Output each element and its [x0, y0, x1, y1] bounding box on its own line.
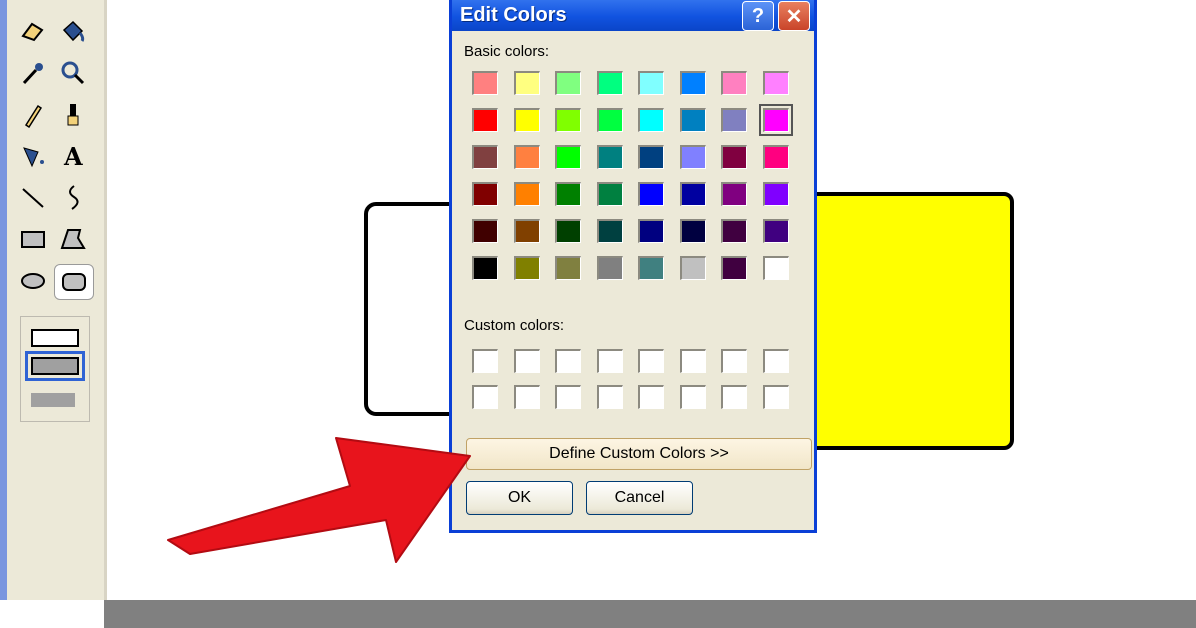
basic-color-swatch[interactable]: [679, 71, 706, 95]
basic-color-swatch[interactable]: [721, 145, 747, 169]
custom-color-swatch[interactable]: [596, 385, 623, 409]
rectangle-icon[interactable]: [14, 222, 52, 256]
basic-color-swatch[interactable]: [679, 145, 706, 169]
airbrush-icon[interactable]: [14, 138, 52, 172]
pencil-icon[interactable]: [14, 98, 52, 132]
red-arrow-annotation: [167, 437, 471, 563]
brush-icon[interactable]: [54, 98, 92, 132]
basic-color-swatch[interactable]: [762, 182, 789, 206]
basic-color-swatch[interactable]: [472, 108, 498, 132]
basic-color-swatch[interactable]: [513, 256, 540, 280]
basic-color-swatch[interactable]: [596, 219, 623, 243]
basic-color-swatch[interactable]: [721, 219, 747, 243]
basic-color-swatch[interactable]: [472, 145, 498, 169]
curve-icon[interactable]: [54, 180, 92, 214]
basic-color-swatch[interactable]: [721, 182, 747, 206]
custom-color-swatch[interactable]: [555, 385, 581, 409]
custom-color-swatch[interactable]: [472, 385, 498, 409]
basic-color-swatch[interactable]: [472, 71, 498, 95]
custom-color-swatch[interactable]: [679, 349, 706, 373]
help-button[interactable]: ?: [742, 1, 774, 31]
custom-color-swatch[interactable]: [638, 385, 664, 409]
basic-color-swatch[interactable]: [596, 256, 623, 280]
magnifier-icon[interactable]: [54, 56, 92, 90]
basic-color-swatch[interactable]: [513, 108, 540, 132]
basic-color-swatch[interactable]: [638, 145, 664, 169]
toolbox: A: [0, 0, 107, 600]
basic-color-swatch[interactable]: [513, 182, 540, 206]
ok-button[interactable]: OK: [466, 481, 573, 515]
eraser-icon[interactable]: [14, 14, 52, 48]
basic-color-swatch[interactable]: [513, 219, 540, 243]
basic-color-swatch[interactable]: [596, 145, 623, 169]
basic-color-swatch[interactable]: [758, 104, 793, 136]
basic-color-swatch[interactable]: [596, 108, 623, 132]
window-border: [0, 0, 7, 600]
canvas-bottom-area: [104, 600, 1196, 628]
basic-color-swatch[interactable]: [679, 108, 706, 132]
custom-color-swatch[interactable]: [513, 385, 540, 409]
basic-color-swatch[interactable]: [721, 256, 747, 280]
basic-color-swatch[interactable]: [721, 71, 747, 95]
ellipse-icon[interactable]: [14, 264, 52, 298]
dialog-title: Edit Colors: [460, 4, 567, 26]
basic-color-swatch[interactable]: [762, 145, 789, 169]
custom-color-swatch[interactable]: [555, 349, 581, 373]
basic-color-swatch[interactable]: [762, 71, 789, 95]
custom-color-swatch[interactable]: [762, 385, 789, 409]
basic-color-swatch[interactable]: [555, 71, 581, 95]
basic-color-swatch[interactable]: [596, 182, 623, 206]
basic-color-swatch[interactable]: [555, 182, 581, 206]
basic-color-swatch[interactable]: [721, 108, 747, 132]
basic-color-swatch[interactable]: [638, 108, 664, 132]
basic-color-swatch[interactable]: [555, 108, 581, 132]
custom-color-swatch[interactable]: [721, 385, 747, 409]
text-icon[interactable]: A: [54, 138, 92, 172]
edit-colors-dialog: Edit Colors ? ✕ Basic colors: Custom col…: [449, 0, 817, 533]
cancel-button[interactable]: Cancel: [586, 481, 693, 515]
close-button[interactable]: ✕: [778, 1, 810, 31]
eyedropper-icon[interactable]: [14, 56, 52, 90]
fill-option-outline[interactable]: [31, 329, 79, 347]
basic-color-swatch[interactable]: [638, 71, 664, 95]
custom-colors-label: Custom colors:: [464, 317, 565, 334]
basic-color-swatch[interactable]: [638, 256, 664, 280]
fill-option-outline-filled[interactable]: [25, 351, 85, 381]
custom-color-swatch[interactable]: [762, 349, 789, 373]
basic-color-swatch[interactable]: [679, 256, 706, 280]
basic-color-swatch[interactable]: [472, 256, 498, 280]
custom-color-swatch[interactable]: [513, 349, 540, 373]
svg-text:A: A: [63, 142, 83, 170]
define-custom-colors-button[interactable]: Define Custom Colors >>: [466, 438, 812, 470]
basic-color-swatch[interactable]: [638, 219, 664, 243]
custom-color-swatch[interactable]: [638, 349, 664, 373]
fill-option-filled[interactable]: [31, 393, 75, 407]
polygon-icon[interactable]: [54, 222, 92, 256]
basic-color-swatch[interactable]: [555, 219, 581, 243]
basic-color-swatch[interactable]: [555, 145, 581, 169]
custom-color-swatch[interactable]: [721, 349, 747, 373]
basic-color-swatch[interactable]: [513, 145, 540, 169]
basic-color-swatch[interactable]: [513, 71, 540, 95]
fill-bucket-icon[interactable]: [54, 14, 92, 48]
basic-color-swatch[interactable]: [638, 182, 664, 206]
basic-color-swatch[interactable]: [472, 219, 498, 243]
basic-color-swatch[interactable]: [472, 182, 498, 206]
drawn-rounded-rectangle-yellow: [800, 192, 1014, 450]
line-icon[interactable]: [14, 180, 52, 214]
dialog-titlebar[interactable]: Edit Colors ? ✕: [452, 0, 814, 31]
basic-color-swatch[interactable]: [555, 256, 581, 280]
basic-color-swatch[interactable]: [679, 182, 706, 206]
basic-color-swatch[interactable]: [679, 219, 706, 243]
rounded-rectangle-icon[interactable]: [54, 264, 94, 300]
basic-color-swatch[interactable]: [762, 256, 789, 280]
basic-color-swatch[interactable]: [596, 71, 623, 95]
custom-color-swatch[interactable]: [596, 349, 623, 373]
custom-color-swatch[interactable]: [472, 349, 498, 373]
custom-color-swatch[interactable]: [679, 385, 706, 409]
basic-colors-label: Basic colors:: [464, 43, 550, 60]
basic-color-swatch[interactable]: [762, 219, 789, 243]
fill-style-options: [20, 316, 90, 422]
